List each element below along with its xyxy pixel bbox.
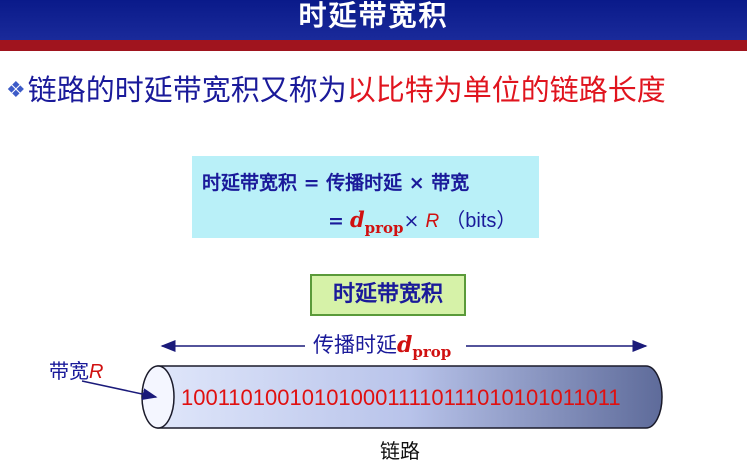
bandwidth-text: 带宽 [49,359,89,383]
propagation-prop-subscript: prop [412,343,452,361]
bandwidth-r-symbol: R [89,361,104,383]
propagation-delay-label: 传播时延dprop [313,329,452,361]
link-cylinder-end [141,365,175,429]
propagation-d-symbol: d [397,332,413,358]
link-label: 链路 [380,439,420,463]
propagation-delay-text: 传播时延 [313,333,397,357]
bit-stream: 1001101001010100011110111010101011011 [181,385,621,410]
bandwidth-label: 带宽R [49,355,103,384]
